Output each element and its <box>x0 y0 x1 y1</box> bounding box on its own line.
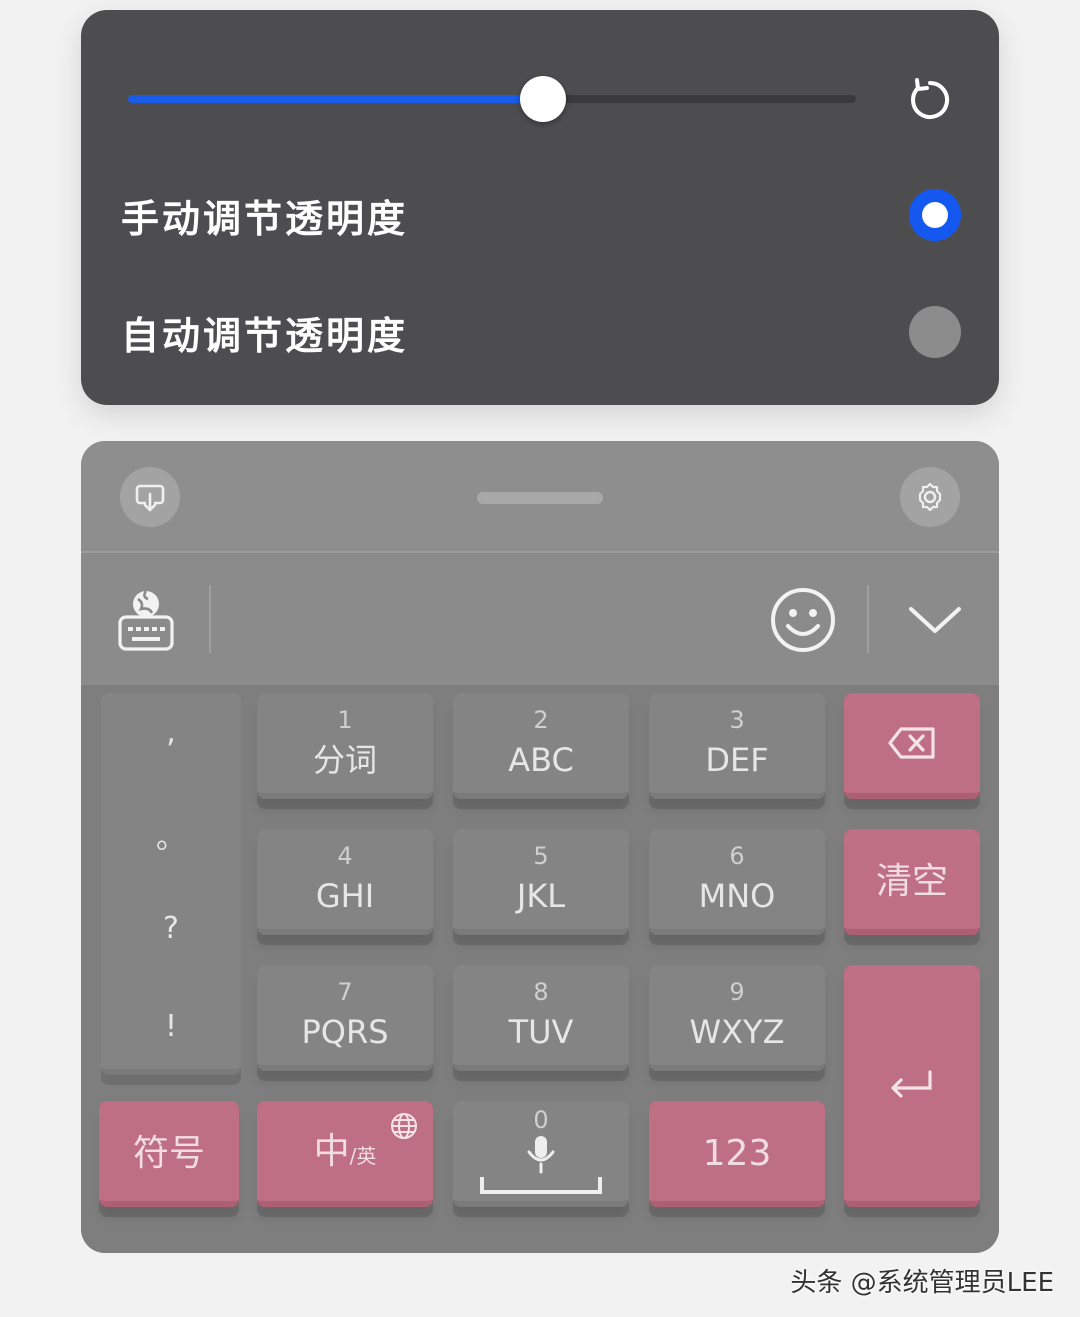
key-num: 8 <box>533 978 549 1006</box>
option-manual[interactable]: 手动调节透明度 <box>121 180 961 250</box>
key-label: WXYZ <box>689 1013 785 1051</box>
smiley-icon[interactable] <box>769 586 837 658</box>
option-manual-label: 手动调节透明度 <box>121 195 409 241</box>
gear-icon[interactable] <box>900 467 960 527</box>
keyboard-toolbar <box>81 555 999 685</box>
enter-icon <box>891 1070 932 1098</box>
lang-label: 中/英 <box>314 1132 377 1176</box>
option-auto-label: 自动调节透明度 <box>121 312 409 358</box>
space-key[interactable]: 0 <box>453 1101 629 1207</box>
key-num: 9 <box>729 978 745 1006</box>
key-num: 1 <box>337 706 353 734</box>
punct-period[interactable]: 。 <box>101 813 241 857</box>
key-label: MNO <box>698 877 776 915</box>
slider-thumb[interactable] <box>519 76 566 122</box>
key-num: 7 <box>337 978 353 1006</box>
chevron-down-icon[interactable] <box>907 601 963 641</box>
key-num: 5 <box>533 842 549 870</box>
key-label: JKL <box>516 877 566 915</box>
enter-key[interactable] <box>844 965 980 1207</box>
key-label: ABC <box>508 741 574 779</box>
radio-manual[interactable] <box>909 189 961 241</box>
punct-question[interactable]: ? <box>101 911 241 946</box>
clear-label: 清空 <box>875 861 948 902</box>
key-7[interactable]: 7 PQRS <box>257 965 433 1071</box>
key-9[interactable]: 9 WXYZ <box>649 965 825 1071</box>
keyboard-globe-icon[interactable] <box>116 587 176 657</box>
backspace-icon <box>888 727 935 759</box>
numbers-label: 123 <box>702 1133 772 1174</box>
lang-main: 中 <box>313 1131 350 1172</box>
key-4[interactable]: 4 GHI <box>257 829 433 935</box>
key-num: 4 <box>337 842 353 870</box>
key-label: DEF <box>705 741 769 779</box>
transparency-panel: 手动调节透明度 自动调节透明度 <box>81 10 999 405</box>
symbols-label: 符号 <box>132 1133 205 1174</box>
key-1[interactable]: 1 分词 <box>257 693 433 799</box>
backspace-key[interactable] <box>844 693 980 799</box>
radio-auto[interactable] <box>909 306 961 358</box>
key-3[interactable]: 3 DEF <box>649 693 825 799</box>
key-num: 2 <box>533 706 549 734</box>
key-label: GHI <box>315 877 375 915</box>
reset-icon[interactable] <box>904 74 956 126</box>
key-num: 6 <box>729 842 745 870</box>
lang-sub: /英 <box>349 1144 377 1168</box>
key-label: PQRS <box>301 1013 389 1051</box>
key-num: 3 <box>729 706 745 734</box>
numbers-key[interactable]: 123 <box>649 1101 825 1207</box>
space-bar-icon <box>480 1177 602 1194</box>
punct-exclaim[interactable]: ! <box>101 1009 241 1044</box>
key-8[interactable]: 8 TUV <box>453 965 629 1071</box>
watermark: 头条 @系统管理员LEE <box>790 1268 1054 1298</box>
key-label: 分词 <box>312 741 377 779</box>
keyboard-handle-bar[interactable] <box>81 441 999 553</box>
key-6[interactable]: 6 MNO <box>649 829 825 935</box>
keyboard-float-icon[interactable] <box>120 467 180 527</box>
symbols-key[interactable]: 符号 <box>99 1101 239 1207</box>
key-label: TUV <box>508 1013 574 1051</box>
microphone-icon <box>527 1136 555 1174</box>
transparency-slider[interactable] <box>128 95 856 103</box>
slider-fill <box>128 95 543 103</box>
toolbar-divider <box>867 585 869 653</box>
drag-handle[interactable] <box>477 492 603 504</box>
keyboard: , 。 ? ! 1 分词 2 ABC 3 DEF 4 GHI 5 JKL 6 M… <box>81 441 999 1253</box>
key-2[interactable]: 2 ABC <box>453 693 629 799</box>
punctuation-column[interactable]: , 。 ? ! <box>101 693 241 1075</box>
toolbar-divider <box>209 585 211 653</box>
globe-icon <box>391 1113 417 1139</box>
option-auto[interactable]: 自动调节透明度 <box>121 297 961 367</box>
space-num: 0 <box>533 1106 549 1134</box>
clear-key[interactable]: 清空 <box>844 829 980 935</box>
lang-switch-key[interactable]: 中/英 <box>257 1101 433 1207</box>
key-5[interactable]: 5 JKL <box>453 829 629 935</box>
punct-comma[interactable]: , <box>101 715 241 750</box>
